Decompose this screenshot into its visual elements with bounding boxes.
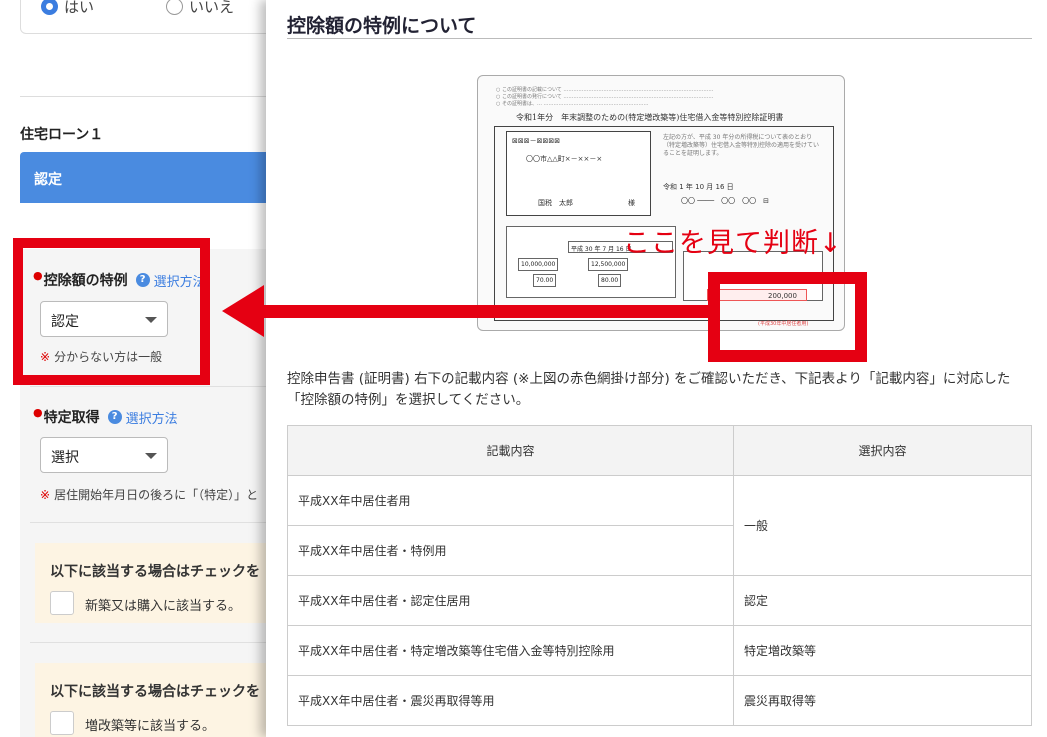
renovation-check-panel: 以下に該当する場合はチェックを 増改築等に該当する。 xyxy=(35,663,280,737)
renovation-checkbox-label: 増改築等に該当する。 xyxy=(85,719,216,734)
table-cell-content: 平成XX年中居住者・特定増改築等住宅借入金等特別控除用 xyxy=(287,625,734,676)
table-row: 平成XX年中居住者・震災再取得等用 震災再取得等 xyxy=(287,675,1032,726)
deduction-info-modal: 控除額の特例について ○ この証明書の記載について ……………………………………… xyxy=(266,0,1047,737)
help-icon[interactable]: ? xyxy=(107,410,122,424)
specific-field-label: ● 特定取得 ? 選択方法 xyxy=(33,405,178,427)
check-panel-title: 以下に該当する場合はチェックを xyxy=(50,684,260,700)
radio-yes-label: はい xyxy=(64,0,95,16)
doc-address: 〇〇市△△町×－××－× xyxy=(526,155,603,163)
specific-select-value: 選択 xyxy=(51,450,79,466)
doc-fineprint: ○ この証明書の発行について …………………………………………………………………… xyxy=(496,94,714,100)
chevron-down-icon xyxy=(145,453,157,459)
doc-amount-cell: 70.00 xyxy=(533,274,557,287)
doc-date: 令和 1 年 10 月 16 日 xyxy=(663,183,734,191)
doc-honorific: 様 xyxy=(628,199,635,207)
renovation-checkbox[interactable] xyxy=(50,711,74,735)
radio-selected-icon xyxy=(41,0,58,15)
radio-no[interactable]: いいえ xyxy=(166,0,234,17)
table-row: 平成XX年中居住者・特定増改築等住宅借入金等特別控除用 特定増改築等 xyxy=(287,625,1032,676)
modal-description: 控除申告書 (証明書) 右下の記載内容 (※上図の赤色網掛け部分) をご確認いた… xyxy=(287,371,1011,408)
table-cell-choice: 認定 xyxy=(733,575,1032,626)
doc-name: 国税 太郎 xyxy=(538,199,573,207)
doc-statement: 左記の方が、平成 30 年分の所得税について表のとおり（特定増改築等）住宅借入金… xyxy=(663,134,820,157)
table-cell-content: 平成XX年中居住者・認定住居用 xyxy=(287,575,734,626)
table-cell-choice: 震災再取得等 xyxy=(733,675,1032,726)
pointer-arrow-shaft xyxy=(262,305,714,318)
divider xyxy=(30,642,280,643)
deduction-mapping-table: 記載内容 選択内容 平成XX年中居住者用 一般 平成XX年中居住者・特例用 平成… xyxy=(287,425,1032,726)
table-row: 平成XX年中居住者・認定住居用 認定 xyxy=(287,575,1032,626)
specific-help-link[interactable]: 選択方法 xyxy=(126,408,178,427)
specific-label-text: 特定取得 xyxy=(43,410,100,426)
table-cell-content: 平成XX年中居住者・特例用 xyxy=(287,525,734,576)
new-build-check-panel: 以下に該当する場合はチェックを 新築又は購入に該当する。 xyxy=(35,543,280,623)
radio-no-label: いいえ xyxy=(189,0,235,16)
new-build-checkbox-label: 新築又は購入に該当する。 xyxy=(85,599,242,614)
doc-amount-cell: 10,000,000 xyxy=(518,258,559,271)
specific-note-text: 居住開始年月日の後ろに「（特定）」と xyxy=(54,488,259,502)
specific-select[interactable]: 選択 xyxy=(40,437,168,473)
divider xyxy=(30,386,280,387)
divider xyxy=(30,522,280,523)
callout-text: ここを見て判断↓ xyxy=(623,228,843,259)
table-cell-content: 平成XX年中居住者用 xyxy=(287,475,734,526)
table-header-choice: 選択内容 xyxy=(733,425,1032,476)
table-cell-choice: 一般 xyxy=(733,475,1032,576)
doc-stamp-row: 〇〇 ──── 〇〇 〇〇 ⊟ xyxy=(681,197,769,205)
doc-title: 令和1年分 年末調整のための(特定増改築等)住宅借入金等特別控除証明書 xyxy=(516,113,784,122)
highlight-frame xyxy=(13,238,210,385)
doc-postal: ⊠⊠⊠－⊠⊠⊠⊠ xyxy=(512,137,561,145)
table-header-content: 記載内容 xyxy=(287,425,734,476)
required-mark: ● xyxy=(33,405,43,419)
table-cell-content: 平成XX年中居住者・震災再取得等用 xyxy=(287,675,734,726)
table-row: 平成XX年中居住者用 一般 xyxy=(287,475,1032,576)
radio-unselected-icon xyxy=(166,0,183,15)
new-build-checkbox[interactable] xyxy=(50,591,74,615)
doc-amount-cell: 80.00 xyxy=(598,274,622,287)
check-panel-title: 以下に該当する場合はチェックを xyxy=(50,564,260,580)
note-mark: ※ xyxy=(40,488,51,502)
modal-title: 控除額の特例について xyxy=(287,15,477,37)
radio-yes[interactable]: はい xyxy=(41,0,94,17)
table-cell-choice: 特定増改築等 xyxy=(733,625,1032,676)
doc-fineprint: ○ その証明書は、… ……………………………………………………… xyxy=(496,101,649,107)
doc-fineprint: ○ この証明書の記載について …………………………………………………………………… xyxy=(496,87,714,93)
modal-title-rule xyxy=(287,38,1032,39)
arrow-left-icon xyxy=(222,285,264,337)
loan-section-title: 住宅ローン１ xyxy=(20,127,104,143)
table-header-row: 記載内容 選択内容 xyxy=(287,425,1032,476)
document-highlight-box xyxy=(708,272,867,362)
specific-note: ※ 居住開始年月日の後ろに「（特定）」と xyxy=(40,486,258,503)
loan-header: 認定 xyxy=(20,152,280,203)
divider xyxy=(20,96,280,97)
